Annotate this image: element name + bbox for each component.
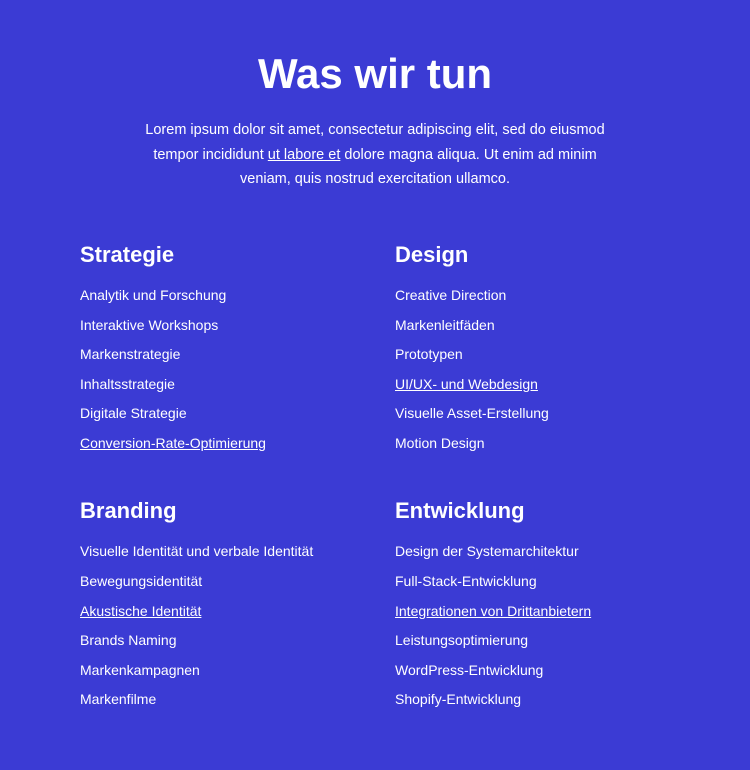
list-item-link[interactable]: UI/UX- und Webdesign [395, 376, 538, 392]
list-item: Creative Direction [395, 286, 670, 306]
list-item: Analytik und Forschung [80, 286, 355, 306]
subtitle: Lorem ipsum dolor sit amet, consectetur … [145, 118, 605, 192]
list-item[interactable]: Integrationen von Drittanbietern [395, 602, 670, 622]
list-item-link[interactable]: Conversion-Rate-Optimierung [80, 435, 266, 451]
list-item-link[interactable]: Integrationen von Drittanbietern [395, 603, 591, 619]
category-block-entwicklung: Entwicklung Design der Systemarchitektur F… [395, 498, 670, 710]
category-title-strategie: Strategie [80, 242, 355, 268]
category-list-strategie: Analytik und Forschung Interaktive Worksh… [80, 286, 355, 454]
list-item: Markenstrategie [80, 345, 355, 365]
category-block-strategie: Strategie Analytik und Forschung Interakti… [80, 242, 355, 454]
grid-section: Strategie Analytik und Forschung Interakti… [80, 242, 670, 710]
main-title: Was wir tun [80, 50, 670, 98]
list-item: Visuelle Asset-Erstellung [395, 404, 670, 424]
category-list-branding: Visuelle Identität und verbale Identität… [80, 542, 355, 710]
list-item[interactable]: UI/UX- und Webdesign [395, 375, 670, 395]
list-item: Design der Systemarchitektur [395, 542, 670, 562]
list-item: Visuelle Identität und verbale Identität [80, 542, 355, 562]
list-item: Interaktive Workshops [80, 316, 355, 336]
category-block-design: Design Creative Direction Markenleitfäden P… [395, 242, 670, 454]
list-item: Motion Design [395, 434, 670, 454]
list-item: Markenleitfäden [395, 316, 670, 336]
category-list-design: Creative Direction Markenleitfäden Prototy… [395, 286, 670, 454]
list-item[interactable]: Conversion-Rate-Optimierung [80, 434, 355, 454]
list-item: Digitale Strategie [80, 404, 355, 424]
list-item-link[interactable]: Akustische Identität [80, 603, 201, 619]
category-list-entwicklung: Design der Systemarchitektur Full-Stack-E… [395, 542, 670, 710]
list-item: WordPress-Entwicklung [395, 661, 670, 681]
list-item: Inhaltsstrategie [80, 375, 355, 395]
category-title-entwicklung: Entwicklung [395, 498, 670, 524]
list-item: Markenkampagnen [80, 661, 355, 681]
list-item: Leistungsoptimierung [395, 631, 670, 651]
list-item[interactable]: Akustische Identität [80, 602, 355, 622]
page-wrapper: Was wir tun Lorem ipsum dolor sit amet, … [0, 0, 750, 770]
list-item: Prototypen [395, 345, 670, 365]
category-title-branding: Branding [80, 498, 355, 524]
list-item: Markenfilme [80, 690, 355, 710]
category-block-branding: Branding Visuelle Identität und verbale I… [80, 498, 355, 710]
list-item: Brands Naming [80, 631, 355, 651]
list-item: Bewegungsidentität [80, 572, 355, 592]
list-item: Shopify-Entwicklung [395, 690, 670, 710]
list-item: Full-Stack-Entwicklung [395, 572, 670, 592]
header-section: Was wir tun Lorem ipsum dolor sit amet, … [80, 50, 670, 192]
category-title-design: Design [395, 242, 670, 268]
